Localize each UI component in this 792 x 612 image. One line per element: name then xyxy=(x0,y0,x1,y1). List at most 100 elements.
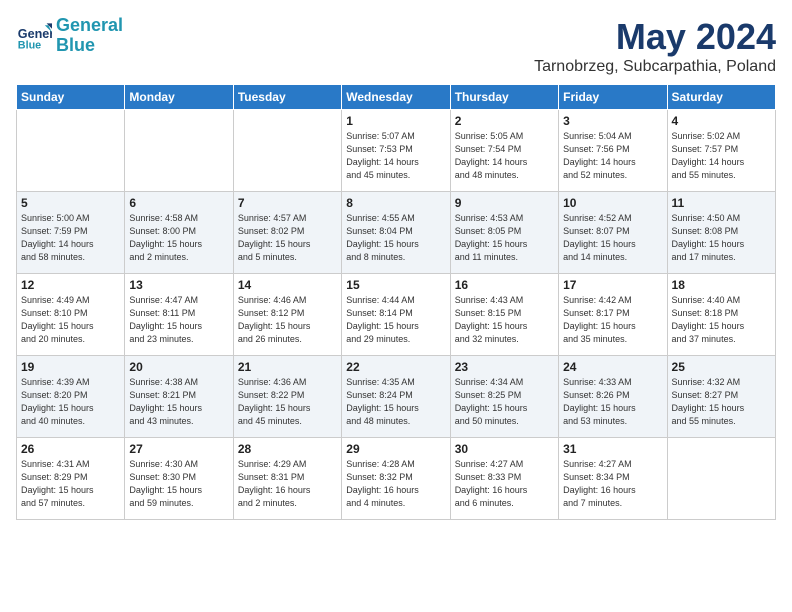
weekday-monday: Monday xyxy=(125,85,233,110)
day-number: 20 xyxy=(129,360,228,374)
calendar-cell: 21Sunrise: 4:36 AM Sunset: 8:22 PM Dayli… xyxy=(233,356,341,438)
calendar-table: SundayMondayTuesdayWednesdayThursdayFrid… xyxy=(16,84,776,520)
day-info: Sunrise: 4:35 AM Sunset: 8:24 PM Dayligh… xyxy=(346,376,445,428)
day-info: Sunrise: 5:00 AM Sunset: 7:59 PM Dayligh… xyxy=(21,212,120,264)
day-number: 2 xyxy=(455,114,554,128)
day-info: Sunrise: 5:04 AM Sunset: 7:56 PM Dayligh… xyxy=(563,130,662,182)
day-info: Sunrise: 4:46 AM Sunset: 8:12 PM Dayligh… xyxy=(238,294,337,346)
calendar-cell: 13 Sunrise: 4:47 AM Sunset: 8:11 PM Dayli… xyxy=(125,274,233,356)
day-info: Sunrise: 4:53 AM Sunset: 8:05 PM Dayligh… xyxy=(455,212,554,264)
calendar-week-2: 5 Sunrise: 5:00 AM Sunset: 7:59 PM Daylig… xyxy=(17,192,776,274)
day-info: Sunrise: 4:43 AM Sunset: 8:15 PM Dayligh… xyxy=(455,294,554,346)
calendar-cell: 10 Sunrise: 4:52 AM Sunset: 8:07 PM Dayli… xyxy=(559,192,667,274)
svg-text:General: General xyxy=(18,27,52,41)
calendar-cell: 2 Sunrise: 5:05 AM Sunset: 7:54 PM Daylig… xyxy=(450,110,558,192)
calendar-cell: 16 Sunrise: 4:43 AM Sunset: 8:15 PM Dayli… xyxy=(450,274,558,356)
day-info: Sunrise: 5:02 AM Sunset: 7:57 PM Dayligh… xyxy=(672,130,771,182)
day-number: 8 xyxy=(346,196,445,210)
day-number: 26 xyxy=(21,442,120,456)
calendar-cell: 20 Sunrise: 4:38 AM Sunset: 8:21 PM Dayli… xyxy=(125,356,233,438)
day-info: Sunrise: 4:55 AM Sunset: 8:04 PM Dayligh… xyxy=(346,212,445,264)
day-number: 13 xyxy=(129,278,228,292)
calendar-cell xyxy=(233,110,341,192)
day-info: Sunrise: 4:27 AM Sunset: 8:34 PM Dayligh… xyxy=(563,458,662,510)
calendar-cell: 3 Sunrise: 5:04 AM Sunset: 7:56 PM Daylig… xyxy=(559,110,667,192)
day-number: 14 xyxy=(238,278,337,292)
day-info: Sunrise: 4:42 AM Sunset: 8:17 PM Dayligh… xyxy=(563,294,662,346)
calendar-cell: 4 Sunrise: 5:02 AM Sunset: 7:57 PM Daylig… xyxy=(667,110,775,192)
day-info: Sunrise: 4:29 AM Sunset: 8:31 PM Dayligh… xyxy=(238,458,337,510)
day-info: Sunrise: 4:44 AM Sunset: 8:14 PM Dayligh… xyxy=(346,294,445,346)
day-number: 1 xyxy=(346,114,445,128)
weekday-saturday: Saturday xyxy=(667,85,775,110)
calendar-week-3: 12 Sunrise: 4:49 AM Sunset: 8:10 PM Dayli… xyxy=(17,274,776,356)
page-header: General Blue General Blue May 2024 Tarno… xyxy=(16,16,776,76)
day-info: Sunrise: 4:27 AM Sunset: 8:33 PM Dayligh… xyxy=(455,458,554,510)
day-info: Sunrise: 4:58 AM Sunset: 8:00 PM Dayligh… xyxy=(129,212,228,264)
calendar-cell: 27Sunrise: 4:30 AM Sunset: 8:30 PM Dayli… xyxy=(125,438,233,520)
day-info: Sunrise: 5:07 AM Sunset: 7:53 PM Dayligh… xyxy=(346,130,445,182)
weekday-sunday: Sunday xyxy=(17,85,125,110)
day-number: 19 xyxy=(21,360,120,374)
day-number: 17 xyxy=(563,278,662,292)
calendar-cell xyxy=(125,110,233,192)
calendar-cell xyxy=(667,438,775,520)
day-number: 7 xyxy=(238,196,337,210)
day-info: Sunrise: 4:49 AM Sunset: 8:10 PM Dayligh… xyxy=(21,294,120,346)
day-number: 22 xyxy=(346,360,445,374)
day-number: 31 xyxy=(563,442,662,456)
day-info: Sunrise: 4:57 AM Sunset: 8:02 PM Dayligh… xyxy=(238,212,337,264)
day-info: Sunrise: 4:39 AM Sunset: 8:20 PM Dayligh… xyxy=(21,376,120,428)
day-number: 11 xyxy=(672,196,771,210)
day-number: 25 xyxy=(672,360,771,374)
day-info: Sunrise: 4:52 AM Sunset: 8:07 PM Dayligh… xyxy=(563,212,662,264)
weekday-header-row: SundayMondayTuesdayWednesdayThursdayFrid… xyxy=(17,85,776,110)
logo-text: General Blue xyxy=(56,16,123,56)
day-number: 9 xyxy=(455,196,554,210)
day-number: 3 xyxy=(563,114,662,128)
logo: General Blue General Blue xyxy=(16,16,123,56)
calendar-cell: 18Sunrise: 4:40 AM Sunset: 8:18 PM Dayli… xyxy=(667,274,775,356)
day-number: 30 xyxy=(455,442,554,456)
calendar-cell: 7 Sunrise: 4:57 AM Sunset: 8:02 PM Daylig… xyxy=(233,192,341,274)
calendar-cell: 6Sunrise: 4:58 AM Sunset: 8:00 PM Daylig… xyxy=(125,192,233,274)
calendar-cell: 22 Sunrise: 4:35 AM Sunset: 8:24 PM Dayli… xyxy=(342,356,450,438)
calendar-header: SundayMondayTuesdayWednesdayThursdayFrid… xyxy=(17,85,776,110)
weekday-thursday: Thursday xyxy=(450,85,558,110)
day-number: 5 xyxy=(21,196,120,210)
day-info: Sunrise: 4:33 AM Sunset: 8:26 PM Dayligh… xyxy=(563,376,662,428)
day-number: 4 xyxy=(672,114,771,128)
logo-icon: General Blue xyxy=(16,18,52,54)
calendar-cell: 11 Sunrise: 4:50 AM Sunset: 8:08 PM Dayli… xyxy=(667,192,775,274)
day-number: 10 xyxy=(563,196,662,210)
calendar-cell: 14 Sunrise: 4:46 AM Sunset: 8:12 PM Dayli… xyxy=(233,274,341,356)
day-number: 16 xyxy=(455,278,554,292)
day-number: 23 xyxy=(455,360,554,374)
day-info: Sunrise: 5:05 AM Sunset: 7:54 PM Dayligh… xyxy=(455,130,554,182)
calendar-week-5: 26Sunrise: 4:31 AM Sunset: 8:29 PM Dayli… xyxy=(17,438,776,520)
calendar-cell: 5 Sunrise: 5:00 AM Sunset: 7:59 PM Daylig… xyxy=(17,192,125,274)
svg-text:Blue: Blue xyxy=(18,39,41,51)
day-number: 27 xyxy=(129,442,228,456)
calendar-cell: 25 Sunrise: 4:32 AM Sunset: 8:27 PM Dayli… xyxy=(667,356,775,438)
calendar-cell xyxy=(17,110,125,192)
day-info: Sunrise: 4:50 AM Sunset: 8:08 PM Dayligh… xyxy=(672,212,771,264)
day-info: Sunrise: 4:47 AM Sunset: 8:11 PM Dayligh… xyxy=(129,294,228,346)
calendar-cell: 29Sunrise: 4:28 AM Sunset: 8:32 PM Dayli… xyxy=(342,438,450,520)
day-number: 24 xyxy=(563,360,662,374)
calendar-cell: 12 Sunrise: 4:49 AM Sunset: 8:10 PM Dayli… xyxy=(17,274,125,356)
calendar-cell: 28 Sunrise: 4:29 AM Sunset: 8:31 PM Dayli… xyxy=(233,438,341,520)
weekday-tuesday: Tuesday xyxy=(233,85,341,110)
day-info: Sunrise: 4:32 AM Sunset: 8:27 PM Dayligh… xyxy=(672,376,771,428)
title-block: May 2024 Tarnobrzeg, Subcarpathia, Polan… xyxy=(534,16,776,76)
calendar-cell: 30 Sunrise: 4:27 AM Sunset: 8:33 PM Dayli… xyxy=(450,438,558,520)
day-number: 12 xyxy=(21,278,120,292)
day-info: Sunrise: 4:40 AM Sunset: 8:18 PM Dayligh… xyxy=(672,294,771,346)
calendar-cell: 23Sunrise: 4:34 AM Sunset: 8:25 PM Dayli… xyxy=(450,356,558,438)
logo-line2: Blue xyxy=(56,35,95,55)
calendar-cell: 19 Sunrise: 4:39 AM Sunset: 8:20 PM Dayli… xyxy=(17,356,125,438)
day-info: Sunrise: 4:38 AM Sunset: 8:21 PM Dayligh… xyxy=(129,376,228,428)
day-number: 28 xyxy=(238,442,337,456)
calendar-cell: 15 Sunrise: 4:44 AM Sunset: 8:14 PM Dayli… xyxy=(342,274,450,356)
day-number: 15 xyxy=(346,278,445,292)
